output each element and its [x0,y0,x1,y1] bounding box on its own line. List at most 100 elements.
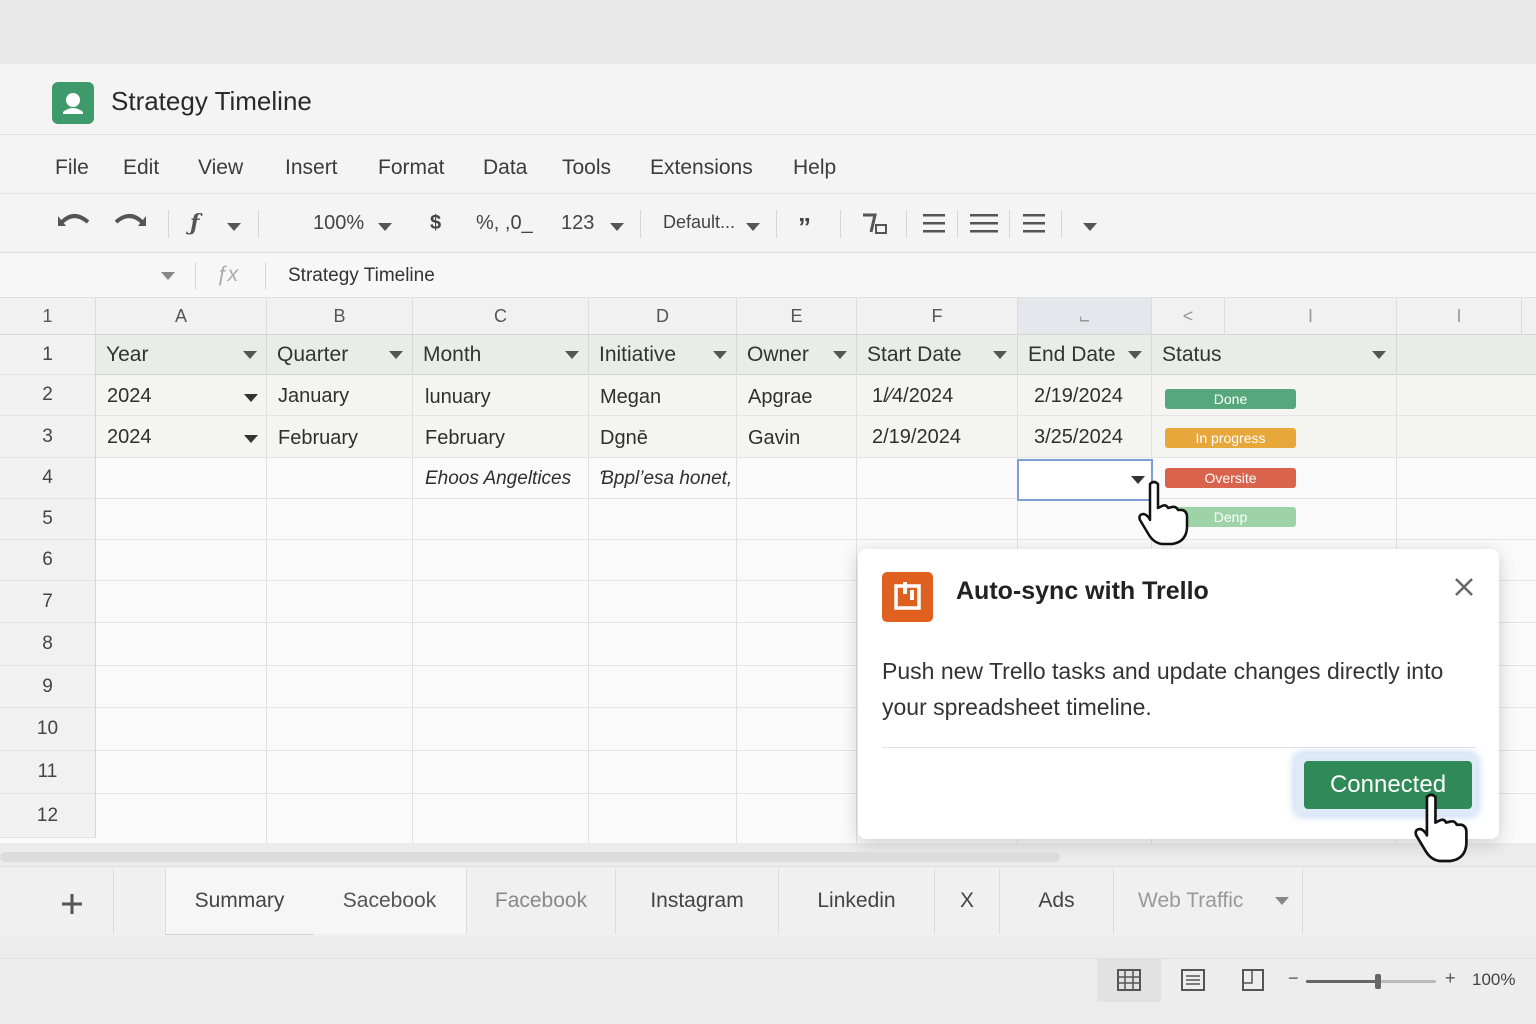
cell-initiative[interactable]: Dgnē [600,427,648,450]
percent-decimal-buttons[interactable]: %, ,0_ [476,212,533,235]
cell-start-date[interactable]: 2/19/2024 [872,426,961,449]
cell-dropdown-icon[interactable] [244,435,258,443]
page-layout-icon[interactable] [1181,969,1205,996]
row-number[interactable]: 5 [0,499,96,540]
filter-dropdown-icon[interactable] [993,351,1007,359]
row-number[interactable]: 12 [0,794,96,838]
formats-dropdown-icon[interactable] [610,223,624,231]
zoom-slider[interactable] [1306,974,1436,989]
function-icon[interactable]: ƒ [190,210,199,236]
document-title[interactable]: Strategy Timeline [111,86,312,117]
zoom-level[interactable]: 100% [1472,970,1515,990]
menu-tools[interactable]: Tools [562,156,611,180]
column-header-b[interactable]: B [267,298,413,335]
tab-ads[interactable]: Ads [1000,868,1114,934]
column-header-g[interactable]: ⨽ [1018,298,1152,335]
redo-icon[interactable] [112,208,148,238]
menu-view[interactable]: View [198,156,243,180]
cell-month[interactable]: February [425,427,505,450]
cell-end-date[interactable]: 3/25/2024 [1034,426,1123,449]
status-badge[interactable]: Done [1165,389,1296,409]
row-number[interactable]: 7 [0,581,96,623]
filter-dropdown-icon[interactable] [243,351,257,359]
menu-extensions[interactable]: Extensions [650,156,753,180]
row-number[interactable]: 1 [0,335,96,375]
more-formats-button[interactable]: 123 [561,212,594,235]
menu-help[interactable]: Help [793,156,836,180]
menu-data[interactable]: Data [483,156,527,180]
cell-end-date[interactable]: 2/19/2024 [1034,385,1123,408]
zoom-in-icon[interactable]: + [1445,968,1456,989]
row-header-corner[interactable]: 1 [0,298,96,335]
tab-facebook[interactable]: Facebook [467,868,616,934]
row-number[interactable]: 3 [0,416,96,458]
column-header-d[interactable]: D [589,298,737,335]
header-initiative[interactable]: Initiative [589,335,737,375]
currency-format-button[interactable]: $ [430,212,441,235]
name-box-dropdown-icon[interactable] [161,272,175,280]
tab-summary[interactable]: Summary [165,868,314,935]
cell-quarter[interactable]: February [278,427,358,450]
font-select[interactable]: Default... [663,212,735,233]
cell-year[interactable]: 2024 [107,385,152,408]
column-header-h[interactable]: < [1152,298,1225,335]
page-break-icon[interactable] [1242,969,1264,996]
close-icon[interactable] [1452,575,1476,599]
menu-insert[interactable]: Insert [285,156,338,180]
menu-format[interactable]: Format [378,156,445,180]
quote-button[interactable]: ” [798,212,811,243]
cell-owner[interactable]: Gavin [748,427,800,450]
menu-edit[interactable]: Edit [123,156,159,180]
cell-quarter[interactable]: January [278,385,349,408]
function-dropdown-icon[interactable] [227,223,241,231]
undo-icon[interactable] [56,208,92,238]
grid-view-icon[interactable] [1117,969,1141,996]
horizontal-scrollbar[interactable] [0,852,1060,862]
chevron-down-icon[interactable] [1275,897,1289,905]
header-end-date[interactable]: End Date [1018,335,1152,375]
tab-web-traffic[interactable]: Web Traffic [1114,868,1303,934]
cell-owner[interactable]: Apgrae [748,386,813,409]
header-owner[interactable]: Owner [737,335,857,375]
cell-initiative[interactable]: Megan [600,386,661,409]
filter-dropdown-icon[interactable] [1372,351,1386,359]
filter-dropdown-icon[interactable] [713,351,727,359]
column-header-e[interactable]: E [737,298,857,335]
align-right-icon[interactable] [1022,212,1046,240]
filter-dropdown-icon[interactable] [565,351,579,359]
header-start-date[interactable]: Start Date [857,335,1018,375]
cell-dropdown-icon[interactable] [244,394,258,402]
zoom-slider-thumb[interactable] [1374,974,1381,989]
zoom-dropdown-icon[interactable] [378,223,392,231]
column-header-j[interactable]: I [1397,298,1522,335]
row-number[interactable]: 2 [0,375,96,416]
align-center-icon[interactable] [969,212,999,240]
more-tools-dropdown-icon[interactable] [1083,223,1097,231]
sheets-logo-icon[interactable] [52,82,94,124]
clear-format-icon[interactable] [860,210,890,244]
column-header-a[interactable]: A [96,298,267,335]
column-header-c[interactable]: C [413,298,589,335]
row-number[interactable]: 8 [0,623,96,666]
zoom-select[interactable]: 100% [313,212,364,235]
row-number[interactable]: 9 [0,666,96,708]
header-month[interactable]: Month [413,335,589,375]
filter-dropdown-icon[interactable] [833,351,847,359]
row-number[interactable]: 10 [0,708,96,751]
cell-year[interactable]: 2024 [107,426,152,449]
header-status[interactable]: Status [1152,335,1397,375]
column-header-i[interactable]: I [1225,298,1397,335]
tab-instagram[interactable]: Instagram [616,868,779,934]
filter-dropdown-icon[interactable] [389,351,403,359]
cell-initiative[interactable]: Ɓppl’esa honet, [600,468,732,490]
tab-sacebook[interactable]: Sacebook [313,868,467,934]
align-left-icon[interactable] [922,212,946,240]
zoom-out-icon[interactable]: − [1288,968,1299,989]
tab-x[interactable]: X [935,868,1000,934]
filter-dropdown-icon[interactable] [1128,351,1142,359]
selected-cell[interactable] [1017,459,1153,501]
cell-start-date[interactable]: 1/⁄4/2024 [872,385,953,408]
status-badge[interactable]: In progress [1165,428,1296,448]
cell-month[interactable]: lunuary [425,386,491,409]
tab-linkedin[interactable]: Linkedin [779,868,935,934]
